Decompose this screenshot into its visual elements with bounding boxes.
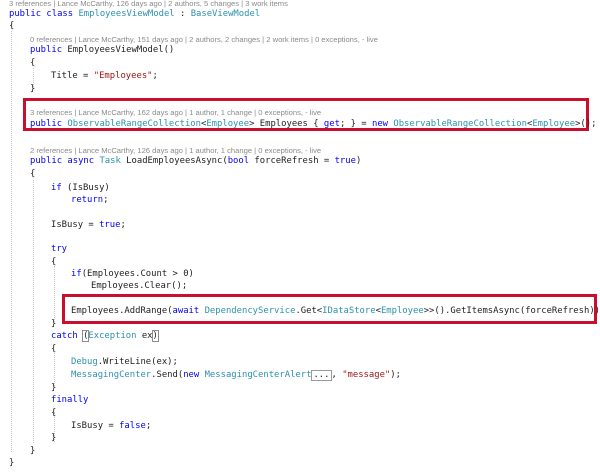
keyword: if — [71, 269, 82, 279]
collapsed-code-ellipsis[interactable]: ... — [311, 370, 332, 381]
string-literal: "Employees" — [93, 71, 153, 81]
type-name[interactable]: ObservableRangeCollection — [393, 119, 527, 129]
keyword: catch — [51, 331, 78, 341]
class-declaration: public class EmployeesViewModel : BaseVi… — [9, 8, 260, 20]
keyword: true — [334, 156, 356, 166]
finally-keyword: finally — [51, 395, 89, 405]
text: IsBusy = — [51, 220, 100, 230]
text: .Send( — [151, 370, 184, 380]
constructor-brace-open: { — [30, 58, 36, 68]
text: >(); — [575, 119, 597, 129]
title-assignment: Title = "Employees"; — [51, 70, 158, 82]
text: >>().GetItemsAsync(forceRefresh)); — [423, 306, 600, 316]
try-keyword: try — [51, 244, 68, 254]
text: forceRefresh = — [249, 156, 335, 166]
method-name[interactable]: LoadEmployeesAsync( — [121, 156, 228, 166]
type-name[interactable]: Employee — [381, 306, 424, 316]
keyword: new — [372, 119, 389, 129]
finally-brace-open: { — [51, 408, 57, 418]
text: ); — [390, 370, 401, 380]
if-count-line: if(Employees.Count > 0) — [71, 268, 194, 280]
text: .WriteLine(ex); — [97, 357, 178, 367]
clear-line: Employees.Clear(); — [91, 281, 188, 291]
method-brace-open: { — [30, 169, 36, 179]
type-name[interactable]: Task — [99, 156, 120, 166]
type-name[interactable]: Exception — [88, 331, 136, 341]
return-line: return; — [71, 194, 108, 206]
keyword: new — [183, 370, 200, 380]
method-declaration: public async Task LoadEmployeesAsync(boo… — [30, 155, 361, 167]
text: , — [331, 370, 343, 380]
keyword: true — [99, 220, 121, 230]
isbusy-false-line: IsBusy = false; — [71, 420, 151, 432]
text: ; — [152, 71, 158, 81]
type-name[interactable]: Debug — [71, 357, 98, 367]
finally-brace-close: } — [51, 433, 57, 443]
debug-line: Debug.WriteLine(ex); — [71, 356, 178, 368]
isbusy-true-line: IsBusy = true; — [51, 219, 126, 231]
text: Employees.AddRange( — [71, 306, 173, 316]
text: ) — [355, 156, 362, 166]
text: () — [163, 45, 175, 55]
keyword: return — [71, 195, 104, 205]
indent-guide — [33, 180, 34, 443]
catch-brace-close: } — [51, 383, 57, 393]
text: : — [174, 9, 191, 19]
catch-line: catch (Exception ex) — [51, 330, 159, 342]
text: Title = — [51, 71, 94, 81]
messaging-line: MessagingCenter.Send(new MessagingCenter… — [71, 369, 401, 381]
keyword: public — [30, 156, 63, 166]
type-name[interactable]: BaseViewModel — [191, 9, 260, 19]
keyword: if — [51, 183, 62, 193]
keyword: public — [30, 119, 63, 129]
type-name[interactable]: Employee — [206, 119, 249, 129]
text: ; — [145, 421, 152, 431]
keyword: await — [172, 306, 200, 316]
text: (IsBusy) — [61, 183, 110, 193]
class-brace-close: } — [9, 458, 15, 468]
text: ; } = — [339, 119, 372, 129]
try-brace-open: { — [51, 257, 57, 267]
text: ; — [103, 195, 109, 205]
keyword: get — [323, 119, 340, 129]
constructor-declaration: public EmployeesViewModel() — [30, 44, 174, 56]
type-name[interactable]: MessagingCenterAlert — [205, 370, 312, 380]
addrange-line: Employees.AddRange(await DependencyServi… — [71, 305, 600, 317]
text: ; — [120, 220, 126, 230]
text: .Get< — [295, 306, 323, 316]
catch-brace-open: { — [51, 344, 57, 354]
matched-bracket: ) — [151, 330, 159, 342]
class-brace-open: { — [9, 21, 15, 31]
text: IsBusy = — [71, 421, 120, 431]
keyword: async — [67, 156, 95, 166]
type-name[interactable]: DependencyService — [205, 306, 296, 316]
text: > Employees { — [249, 119, 324, 129]
text: (Employees.Count > 0) — [81, 269, 194, 279]
text: ex — [136, 331, 153, 341]
method-name[interactable]: EmployeesViewModel — [67, 45, 163, 55]
indent-guide — [54, 266, 55, 324]
type-name[interactable]: Employee — [532, 119, 575, 129]
constructor-brace-close: } — [30, 84, 36, 94]
type-name[interactable]: MessagingCenter — [71, 370, 151, 380]
keyword: bool — [227, 156, 250, 166]
keyword: public — [30, 45, 63, 55]
type-name[interactable]: EmployeesViewModel — [78, 9, 174, 19]
if-busy-line: if (IsBusy) — [51, 182, 110, 194]
keyword: false — [119, 421, 146, 431]
method-brace-close: } — [30, 446, 36, 456]
type-name[interactable]: IDataStore — [322, 306, 375, 316]
try-brace-close: } — [51, 319, 57, 329]
indent-guide — [11, 31, 12, 452]
keyword: class — [46, 9, 74, 19]
type-name[interactable]: ObservableRangeCollection — [67, 119, 201, 129]
keyword: public — [9, 9, 42, 19]
property-declaration: public ObservableRangeCollection<Employe… — [30, 118, 596, 130]
string-literal: "message" — [342, 370, 391, 380]
